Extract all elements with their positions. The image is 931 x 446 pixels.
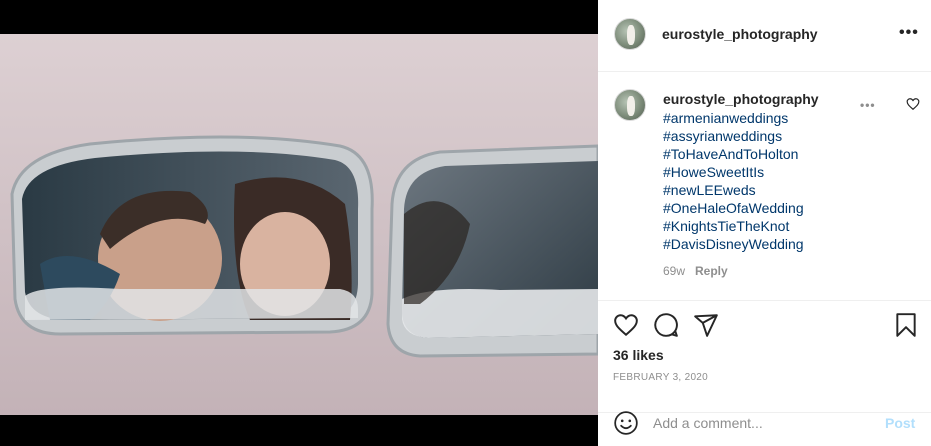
caption-hashtags: #armenianweddings #assyrianweddings #ToH… <box>663 109 804 253</box>
comment-meta: 69w Reply <box>663 264 728 278</box>
post-photo[interactable] <box>0 34 598 415</box>
add-comment-bar: Post <box>598 400 931 446</box>
action-bar: 36 likes FEBRUARY 3, 2020 <box>598 301 931 413</box>
avatar[interactable] <box>614 89 646 121</box>
hashtag-link[interactable]: #armenianweddings <box>663 109 804 127</box>
post-header: eurostyle_photography ••• <box>598 0 931 72</box>
share-icon[interactable] <box>693 312 719 338</box>
post-sidebar: eurostyle_photography ••• eurostyle_phot… <box>598 0 931 446</box>
emoji-icon[interactable] <box>613 410 639 436</box>
more-icon[interactable]: ••• <box>899 25 919 41</box>
post-button[interactable]: Post <box>885 415 915 431</box>
hashtag-link[interactable]: #HoweSweetItIs <box>663 163 804 181</box>
wedding-car-photo <box>0 34 598 415</box>
hashtag-link[interactable]: #newLEEweds <box>663 181 804 199</box>
heart-icon[interactable] <box>613 312 639 338</box>
post-date: FEBRUARY 3, 2020 <box>613 372 709 383</box>
reply-button[interactable]: Reply <box>695 264 728 278</box>
comment-more-icon[interactable]: ••• <box>860 99 876 111</box>
hashtag-link[interactable]: #ToHaveAndToHolton <box>663 145 804 163</box>
caption-comment: eurostyle_photography #armenianweddings … <box>598 72 931 301</box>
hashtag-link[interactable]: #assyrianweddings <box>663 127 804 145</box>
likes-count[interactable]: 36 likes <box>613 347 664 363</box>
comment-input[interactable] <box>653 413 873 433</box>
post-media <box>0 0 598 446</box>
hashtag-link[interactable]: #OneHaleOfaWedding <box>663 199 804 217</box>
comment-age: 69w <box>663 264 686 278</box>
comment-icon[interactable] <box>653 312 679 338</box>
caption-username[interactable]: eurostyle_photography <box>663 91 819 107</box>
avatar[interactable] <box>614 18 646 50</box>
hashtag-link[interactable]: #KnightsTieTheKnot <box>663 217 804 235</box>
hashtag-link[interactable]: #DavisDisneyWedding <box>663 235 804 253</box>
heart-icon[interactable] <box>906 97 920 111</box>
bookmark-icon[interactable] <box>893 312 919 338</box>
post-username[interactable]: eurostyle_photography <box>662 26 818 42</box>
